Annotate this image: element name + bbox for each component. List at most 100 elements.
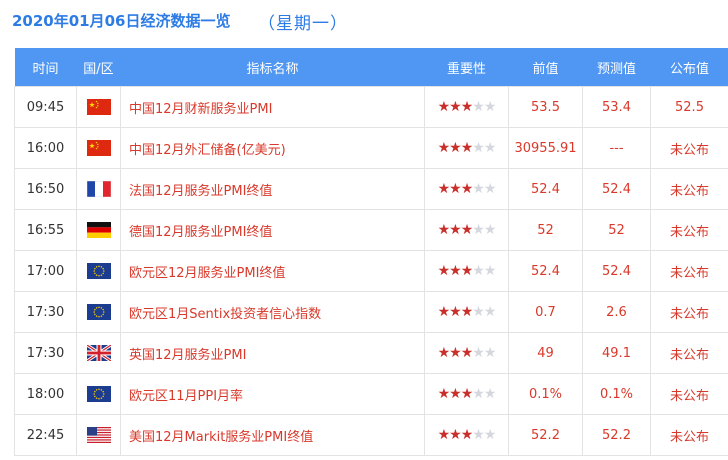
forecast-value-cell: 53.4: [582, 86, 651, 128]
time-cell: 16:50: [14, 168, 77, 210]
importance-cell: ★★★★★: [424, 168, 509, 210]
indicator-name-link[interactable]: 中国12月外汇储备(亿美元): [120, 127, 425, 169]
star-filled-icon: ★: [460, 386, 474, 402]
star-filled-icon: ★: [437, 181, 451, 197]
star-empty-icon: ★: [483, 140, 497, 156]
table-row: 09:45 中国12月财新服务业PMI ★★★★★ 53.5 53.4 52.5: [14, 86, 728, 128]
region-cell: [76, 127, 121, 169]
region-cell: [76, 291, 121, 333]
star-empty-icon: ★: [483, 345, 497, 361]
previous-value-cell: 52.4: [508, 250, 583, 292]
forecast-value-cell: 52.4: [582, 250, 651, 292]
importance-cell: ★★★★★: [424, 332, 509, 374]
region-cell: [76, 414, 121, 456]
previous-value-cell: 30955.91: [508, 127, 583, 169]
star-filled-icon: ★: [437, 345, 451, 361]
indicator-name-link[interactable]: 欧元区1月Sentix投资者信心指数: [120, 291, 425, 333]
star-empty-icon: ★: [472, 99, 485, 115]
star-filled-icon: ★: [437, 140, 451, 156]
table-header-row: 时间 国/区 指标名称 重要性 前值 预测值 公布值: [14, 48, 728, 87]
star-filled-icon: ★: [460, 427, 474, 443]
indicator-name-link[interactable]: 欧元区12月服务业PMI终值: [120, 250, 425, 292]
time-cell: 16:55: [14, 209, 77, 251]
star-filled-icon: ★: [437, 99, 451, 115]
forecast-value-cell: 52.2: [582, 414, 651, 456]
table-row: 16:55 德国12月服务业PMI终值 ★★★★★ 52 52 未公布: [14, 209, 728, 251]
indicator-name-link[interactable]: 英国12月服务业PMI: [120, 332, 425, 374]
time-cell: 16:00: [14, 127, 77, 169]
indicator-name-link[interactable]: 美国12月Markit服务业PMI终值: [120, 414, 425, 456]
previous-value-cell: 0.1%: [508, 373, 583, 415]
star-empty-icon: ★: [483, 181, 497, 197]
actual-value-cell: 未公布: [650, 414, 728, 456]
forecast-value-cell: 52.4: [582, 168, 651, 210]
previous-value-cell: 52.4: [508, 168, 583, 210]
star-filled-icon: ★: [437, 386, 451, 402]
forecast-value-cell: 52: [582, 209, 651, 251]
indicator-name-link[interactable]: 欧元区11月PPI月率: [120, 373, 425, 415]
star-filled-icon: ★: [460, 222, 474, 238]
china-flag-icon: [86, 99, 111, 115]
star-filled-icon: ★: [449, 304, 462, 320]
star-filled-icon: ★: [460, 99, 474, 115]
table-row: 18:00 欧元区11月PPI月率 ★★★★★ 0.1% 0.1% 未公布: [14, 373, 728, 415]
table-row: 17:30 欧元区1月Sentix投资者信心指数 ★★★★★ 0.7 2.6 未公布: [14, 291, 728, 333]
star-empty-icon: ★: [472, 181, 485, 197]
importance-stars: ★★★★★: [437, 345, 497, 361]
importance-cell: ★★★★★: [424, 373, 509, 415]
column-header-previous: 前值: [508, 48, 583, 87]
actual-value-cell: 未公布: [650, 373, 728, 415]
eu-flag-icon: [86, 386, 111, 402]
star-filled-icon: ★: [460, 263, 474, 279]
actual-value-cell: 未公布: [650, 168, 728, 210]
time-cell: 17:30: [14, 291, 77, 333]
france-flag-icon: [86, 181, 111, 197]
star-empty-icon: ★: [472, 386, 485, 402]
indicator-name-link[interactable]: 法国12月服务业PMI终值: [120, 168, 425, 210]
importance-stars: ★★★★★: [437, 140, 497, 156]
column-header-forecast: 预测值: [582, 48, 651, 87]
actual-value-cell: 未公布: [650, 127, 728, 169]
column-header-time: 时间: [14, 48, 77, 87]
time-cell: 22:45: [14, 414, 77, 456]
actual-value-cell: 未公布: [650, 291, 728, 333]
indicator-name-link[interactable]: 中国12月财新服务业PMI: [120, 86, 425, 128]
weekday-label: （星期一）: [258, 14, 348, 34]
actual-value-cell: 未公布: [650, 332, 728, 374]
star-filled-icon: ★: [449, 263, 462, 279]
importance-stars: ★★★★★: [438, 222, 497, 238]
table-row: 17:00 欧元区12月服务业PMI终值 ★★★★★ 52.4 52.4 未公布: [14, 250, 728, 292]
forecast-value-cell: 0.1%: [582, 373, 651, 415]
us-flag-icon: [86, 427, 111, 443]
table-row: 22:45 美国12月Markit服务业PMI终值 ★★★★★ 52.2 52.2 未公布: [14, 414, 728, 456]
previous-value-cell: 49: [508, 332, 583, 374]
importance-stars: ★★★★★: [437, 181, 497, 197]
importance-cell: ★★★★★: [424, 86, 509, 128]
table-row: 16:00 中国12月外汇储备(亿美元) ★★★★★ 30955.91 --- 未公布: [14, 127, 728, 169]
importance-cell: ★★★★★: [424, 414, 509, 456]
indicator-name-link[interactable]: 德国12月服务业PMI终值: [120, 209, 425, 251]
star-filled-icon: ★: [449, 99, 462, 115]
star-filled-icon: ★: [460, 181, 474, 197]
china-flag-icon: [86, 140, 111, 156]
page-title: 2020年01月06日经济数据一览: [12, 12, 231, 30]
star-filled-icon: ★: [449, 386, 462, 402]
star-filled-icon: ★: [449, 181, 462, 197]
previous-value-cell: 53.5: [508, 86, 583, 128]
forecast-value-cell: ---: [582, 127, 651, 169]
importance-cell: ★★★★★: [424, 209, 509, 251]
eu-flag-icon: [86, 263, 111, 279]
importance-stars: ★★★★★: [438, 263, 497, 279]
star-empty-icon: ★: [472, 345, 485, 361]
star-filled-icon: ★: [460, 345, 474, 361]
star-filled-icon: ★: [437, 427, 451, 443]
uk-flag-icon: [86, 345, 111, 361]
importance-stars: ★★★★★: [437, 386, 497, 402]
region-cell: [76, 250, 121, 292]
column-header-region: 国/区: [76, 48, 121, 87]
time-cell: 09:45: [14, 86, 77, 128]
page-header: 2020年01月06日经济数据一览 （星期一）: [0, 0, 728, 48]
importance-cell: ★★★★★: [424, 127, 509, 169]
star-filled-icon: ★: [449, 222, 462, 238]
region-cell: [76, 373, 121, 415]
